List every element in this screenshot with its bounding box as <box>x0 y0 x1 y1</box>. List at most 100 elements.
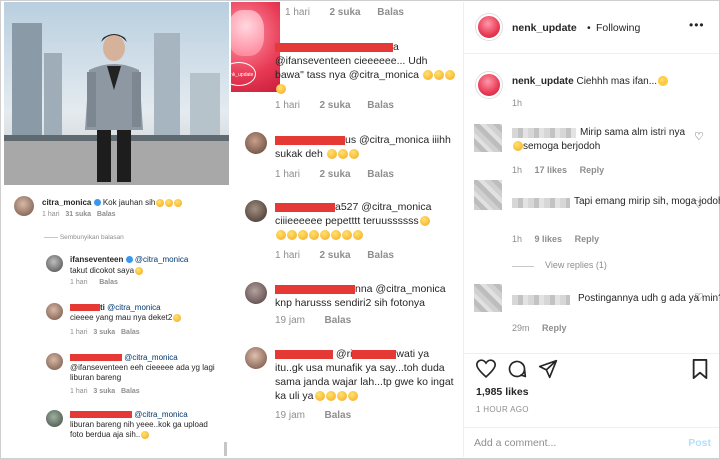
reply-button[interactable]: Reply <box>575 234 600 244</box>
mention-suffix[interactable]: wati <box>396 348 415 360</box>
reply-mention[interactable]: @citra_monica <box>107 303 160 312</box>
redacted-username <box>275 349 333 359</box>
reply-text: takut dicokot saya <box>70 266 135 275</box>
comment-username[interactable]: citra_monica <box>42 198 91 207</box>
reply-button[interactable]: Balas <box>121 388 140 395</box>
emoji-icon <box>314 391 325 402</box>
username-suffix[interactable]: a527 <box>335 201 358 213</box>
emoji-icon <box>337 149 348 160</box>
tile-badge: nenk_update <box>231 62 256 86</box>
comment-text-cont: semoga berjodoh <box>512 140 600 154</box>
comment-meta: 1h 9 likes Reply <box>512 234 599 244</box>
comment-text: @ifanseventeen cieeeeee... Udh bawa" tas… <box>275 55 428 81</box>
reply-likes[interactable]: 3 suka <box>93 329 115 336</box>
avatar[interactable] <box>46 303 63 320</box>
reply-text: liburan bareng nih yeee..kok ga upload f… <box>70 420 208 439</box>
hide-replies-toggle[interactable]: Sembunyikan balasan <box>44 234 124 241</box>
person-figure <box>85 34 143 182</box>
reply-mention[interactable]: @citra_monica <box>135 255 188 264</box>
reply-button[interactable]: Balas <box>99 279 118 286</box>
reply-button[interactable]: Balas <box>121 329 140 336</box>
reply-button[interactable]: Balas <box>377 7 404 18</box>
reply-mention[interactable]: @citra_monica <box>134 410 187 419</box>
likes-count[interactable]: 1,985 likes <box>476 386 529 398</box>
emoji-icon <box>444 70 455 81</box>
comment-meta: 1 hari 2 suka Balas <box>285 7 404 18</box>
comment-meta: 29m Reply <box>512 323 567 333</box>
avatar[interactable] <box>245 132 267 154</box>
username-suffix[interactable]: nna <box>355 283 373 295</box>
avatar[interactable] <box>245 200 267 222</box>
reply-mention[interactable]: @citra_monica <box>124 353 177 362</box>
mention-prefix[interactable]: @ri <box>336 348 353 360</box>
comment-likes[interactable]: 17 likes <box>535 165 568 175</box>
emoji-icon <box>165 198 174 207</box>
comment-likes[interactable]: 31 suka <box>65 211 91 218</box>
avatar[interactable] <box>46 255 63 272</box>
blurred-avatar[interactable] <box>474 284 502 312</box>
emoji-icon <box>309 230 319 241</box>
emoji-icon <box>433 70 444 81</box>
reply-button[interactable]: Balas <box>367 169 394 180</box>
redacted-username <box>275 284 355 294</box>
like-comment-heart-icon[interactable]: ♡ <box>694 291 704 304</box>
reply-item: @citra_monica @ifanseventeen eeh cieeeee… <box>4 350 229 400</box>
scrollbar[interactable] <box>224 442 227 456</box>
reply-button[interactable]: Balas <box>324 410 351 421</box>
post-comment-button[interactable]: Post <box>688 437 711 449</box>
header-username[interactable]: nenk_update <box>512 22 577 34</box>
comment-item: a527 @citra_monica ciiieeeeee pepetttt t… <box>275 200 457 242</box>
comment-meta: 19 jam Balas <box>275 315 351 326</box>
more-options-icon[interactable]: ••• <box>689 18 705 32</box>
reply-item: ifanseventeen @citra_monica takut dicoko… <box>4 252 229 288</box>
emoji-icon <box>326 149 337 160</box>
view-replies-button[interactable]: View replies (1) <box>545 260 607 270</box>
caption-avatar[interactable] <box>476 72 502 98</box>
bookmark-save-icon[interactable] <box>692 359 708 379</box>
reply-button[interactable]: Balas <box>367 250 394 261</box>
middle-comments-panel: nenk_update 1 hari 2 suka Balas a @ifans… <box>231 2 459 457</box>
avatar[interactable] <box>245 347 267 369</box>
avatar[interactable] <box>14 196 34 216</box>
avatar[interactable] <box>245 282 267 304</box>
comment-likes[interactable]: 2 suka <box>329 7 360 18</box>
comment-likes[interactable]: 2 suka <box>319 100 350 111</box>
reply-username[interactable]: ifanseventeen <box>70 255 123 264</box>
comment-likes[interactable]: 9 likes <box>535 234 563 244</box>
avatar[interactable] <box>46 353 63 370</box>
reply-button[interactable]: Balas <box>97 211 116 218</box>
comment-item: a @ifanseventeen cieeeeee... Udh bawa" t… <box>275 40 457 96</box>
comment-likes[interactable]: 2 suka <box>319 250 350 261</box>
caption-text: Ciehhh mas ifan... <box>576 76 658 87</box>
comment-bubble-icon[interactable] <box>507 359 527 379</box>
reply-likes[interactable]: 3 suka <box>93 388 115 395</box>
emoji-icon <box>135 266 144 275</box>
emoji-icon <box>276 230 286 241</box>
username-suffix[interactable]: us <box>345 134 356 146</box>
redacted-username <box>275 135 345 145</box>
reply-button[interactable]: Balas <box>324 315 351 326</box>
comment-text-2: semoga berjodoh <box>523 141 601 152</box>
reply-button[interactable]: Balas <box>367 100 394 111</box>
following-button[interactable]: Following <box>596 22 640 34</box>
comment-likes[interactable]: 2 suka <box>319 169 350 180</box>
like-comment-heart-icon[interactable]: ♡ <box>694 130 704 143</box>
reply-button[interactable]: Reply <box>542 323 567 333</box>
comment-meta: 1 hari 2 suka Balas <box>275 169 394 180</box>
add-comment-bar: Post <box>464 427 719 457</box>
blurred-avatar[interactable] <box>474 180 502 210</box>
caption-username[interactable]: nenk_update <box>512 76 574 87</box>
reply-button[interactable]: Reply <box>580 165 605 175</box>
profile-avatar[interactable] <box>476 14 502 40</box>
add-comment-input[interactable] <box>474 434 664 452</box>
reply-username[interactable]: ti <box>100 303 105 312</box>
redacted-username <box>275 202 335 212</box>
share-send-icon[interactable] <box>538 359 558 379</box>
caption-time: 1h <box>512 98 523 108</box>
like-heart-icon[interactable] <box>476 359 496 378</box>
blurred-avatar[interactable] <box>474 124 502 152</box>
username-suffix[interactable]: a <box>393 41 399 53</box>
avatar[interactable] <box>46 410 63 427</box>
like-comment-heart-icon[interactable]: ♡ <box>694 198 704 211</box>
main-comment: citra_monica Kok jauhan sih 1 hari 31 su… <box>4 195 229 223</box>
